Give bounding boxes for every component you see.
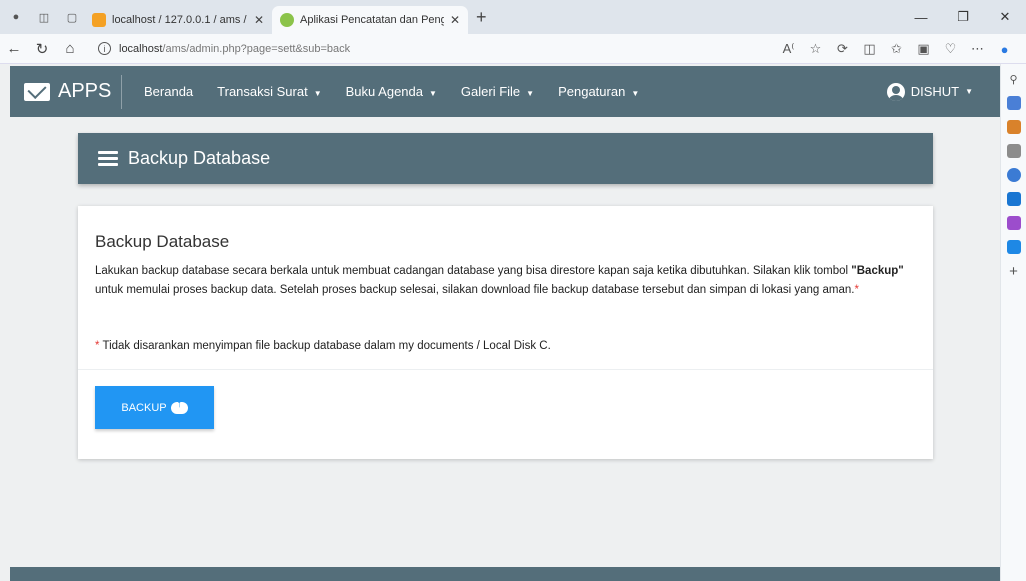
caret-down-icon: ▼ <box>313 89 322 98</box>
desc-part2: untuk memulai proses backup data. Setela… <box>95 284 855 296</box>
restore-icon[interactable]: ❐ <box>942 9 984 25</box>
note-asterisk: * <box>95 340 100 352</box>
desc-part1: Lakukan backup database secara berkala u… <box>95 265 852 277</box>
menu-pengaturan[interactable]: Pengaturan ▼ <box>546 84 651 99</box>
user-avatar-icon <box>886 82 905 101</box>
address-bar-row: ← ↻ ⌂ i localhost/ams/admin.php?page=set… <box>0 34 1026 64</box>
tab-aplikasi[interactable]: Aplikasi Pencatatan dan Pengars ✕ <box>272 6 468 34</box>
url-path: /ams/admin.php?page=sett&sub=back <box>162 42 351 55</box>
window-controls: — ❐ ✕ <box>900 0 1026 34</box>
phpmyadmin-icon <box>92 13 106 27</box>
home-icon[interactable]: ⌂ <box>56 40 84 57</box>
read-aloud-icon[interactable]: A⁽ <box>775 41 802 57</box>
backup-button[interactable]: BACKUP <box>95 386 214 429</box>
close-window-icon[interactable]: ✕ <box>984 9 1026 25</box>
caret-down-icon: ▼ <box>965 87 973 96</box>
required-asterisk: * <box>854 284 859 296</box>
menu-buku-agenda[interactable]: Buku Agenda ▼ <box>334 84 449 99</box>
caret-down-icon: ▼ <box>429 89 437 98</box>
outlook-icon[interactable] <box>1006 192 1021 206</box>
menu-galeri-file[interactable]: Galeri File ▼ <box>449 84 546 99</box>
desc-bold: "Backup" <box>851 265 904 277</box>
user-name: DISHUT <box>910 84 960 99</box>
url-field[interactable]: i localhost/ams/admin.php?page=sett&sub=… <box>90 36 675 61</box>
profile-icon[interactable]: ● <box>4 5 28 29</box>
tab-title: localhost / 127.0.0.1 / ams / tbl_s <box>112 14 248 26</box>
shopping-icon[interactable] <box>1006 96 1021 110</box>
menu-transaksi-surat[interactable]: Transaksi Surat ▼ <box>205 84 333 99</box>
card-note: * Tidak disarankan menyimpan file backup… <box>95 340 551 352</box>
page-header: Backup Database <box>78 133 933 184</box>
add-icon[interactable]: + <box>1007 263 1021 280</box>
back-icon[interactable]: ← <box>0 40 28 57</box>
search-icon[interactable]: ⚲ <box>1007 72 1021 86</box>
close-tab-icon[interactable]: ✕ <box>254 13 264 27</box>
browser-sidebar: ⚲ + <box>1000 64 1026 581</box>
caret-down-icon: ▼ <box>631 89 640 98</box>
tab-actions-icon[interactable]: ▢ <box>60 5 84 29</box>
favorite-star-icon[interactable]: ☆ <box>802 41 829 57</box>
browser-essentials-icon[interactable]: ♡ <box>937 41 964 57</box>
menu-beranda[interactable]: Beranda <box>132 84 205 99</box>
close-tab-icon[interactable]: ✕ <box>450 13 460 27</box>
cloud-upload-icon <box>170 399 188 414</box>
tab-phpmyadmin[interactable]: localhost / 127.0.0.1 / ams / tbl_s ✕ <box>84 6 272 34</box>
brand-label: APPS <box>58 80 112 102</box>
user-menu[interactable]: DISHUT ▼ <box>886 82 973 101</box>
refresh-icon[interactable]: ↻ <box>28 40 56 58</box>
divider <box>78 369 933 370</box>
menu-label: Pengaturan <box>558 84 626 99</box>
site-info-icon[interactable]: i <box>98 42 111 55</box>
web-page: APPS Beranda Transaksi Surat ▼ Buku Agend… <box>0 64 1000 581</box>
top-navbar: APPS Beranda Transaksi Surat ▼ Buku Agend… <box>10 66 1000 117</box>
card-title: Backup Database <box>95 232 230 251</box>
menu-label: Galeri File <box>460 84 521 99</box>
browser-tab-strip: ● ◫ ▢ localhost / 127.0.0.1 / ams / tbl_… <box>0 0 1026 34</box>
tools-icon[interactable] <box>1006 120 1021 134</box>
card-description: Lakukan backup database secara berkala u… <box>95 262 920 300</box>
url-host: localhost <box>119 42 163 55</box>
footer-bar <box>10 567 1000 581</box>
main-menu: Beranda Transaksi Surat ▼ Buku Agenda ▼ Ga… <box>132 84 651 99</box>
tab-title: Aplikasi Pencatatan dan Pengars <box>300 14 444 26</box>
designer-icon[interactable] <box>1006 216 1021 230</box>
games-icon[interactable] <box>1006 168 1021 182</box>
mail-icon <box>24 82 50 101</box>
page-title: Backup Database <box>128 148 271 168</box>
favorites-icon[interactable]: ✩ <box>883 41 910 57</box>
note-text: Tidak disarankan menyimpan file backup d… <box>102 340 551 352</box>
storage-list-icon <box>98 151 118 166</box>
split-screen-icon[interactable]: ◫ <box>856 41 883 57</box>
backup-card: Backup Database Lakukan backup database … <box>78 206 933 459</box>
minimize-icon[interactable]: — <box>900 10 942 25</box>
brand[interactable]: APPS <box>10 74 122 109</box>
more-icon[interactable]: ⋯ <box>964 41 991 57</box>
new-tab-button[interactable]: + <box>476 7 487 28</box>
people-icon[interactable] <box>1006 144 1021 158</box>
backup-button-label: BACKUP <box>121 401 167 414</box>
extensions-icon[interactable]: ⟳ <box>829 41 856 57</box>
copilot-icon[interactable]: ● <box>991 42 1018 57</box>
menu-label: Buku Agenda <box>345 84 423 99</box>
caret-down-icon: ▼ <box>526 89 535 98</box>
menu-label: Transaksi Surat <box>217 84 308 99</box>
app-favicon-icon <box>280 13 294 27</box>
menu-label: Beranda <box>144 84 194 99</box>
collections-icon[interactable]: ▣ <box>910 41 937 57</box>
telegram-icon[interactable] <box>1006 240 1021 254</box>
workspaces-icon[interactable]: ◫ <box>32 5 56 29</box>
browser-toolbar: A⁽ ☆ ⟳ ◫ ✩ ▣ ♡ ⋯ ● <box>775 34 1018 64</box>
